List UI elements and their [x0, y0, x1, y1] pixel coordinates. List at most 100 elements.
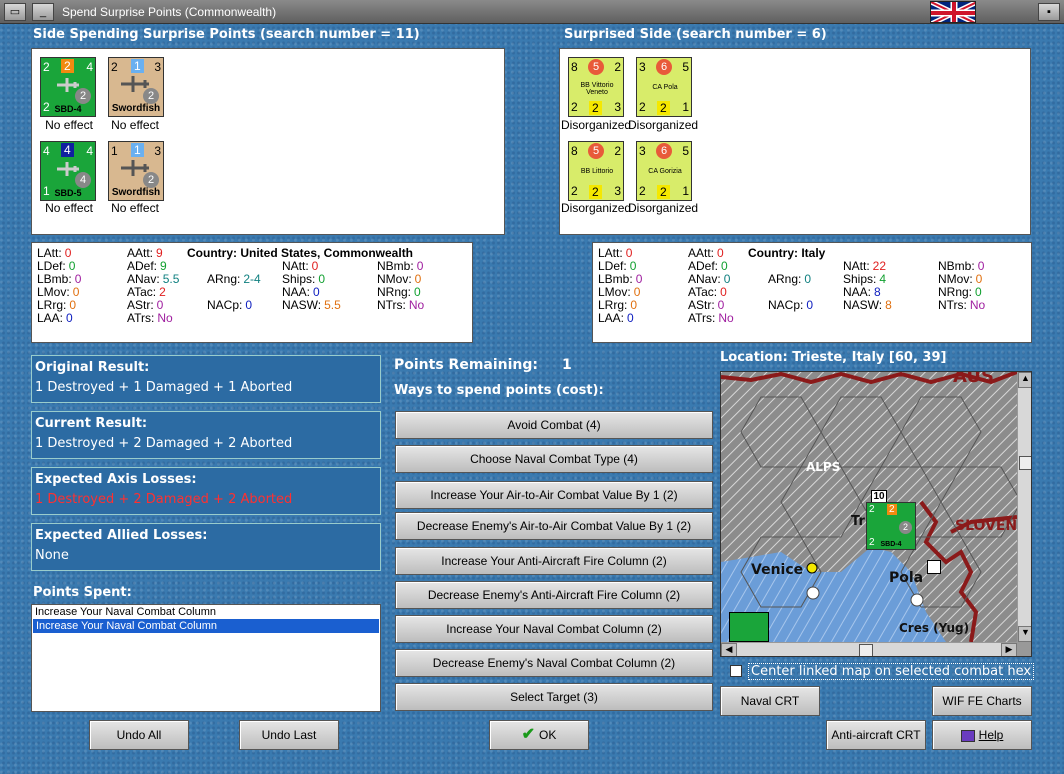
stat-nmov: NMov: 0 — [938, 272, 983, 286]
decrease-enemy-naval-combat-button[interactable]: Decrease Enemy's Naval Combat Column (2) — [395, 649, 713, 677]
stat-nasw: NASW: 5.5 — [282, 298, 341, 312]
stat-nacp: NACp: 0 — [207, 298, 253, 312]
stat-arng: ARng: 0 — [768, 272, 812, 286]
stat-naa: NAA: 8 — [843, 285, 881, 299]
unit-name: Swordfish — [111, 103, 161, 114]
list-item[interactable]: Increase Your Naval Combat Column — [32, 605, 380, 619]
ways-to-spend-label: Ways to spend points (cost): — [394, 383, 604, 398]
map-unit-counter[interactable]: 2 2 2 2 SBD-4 — [866, 502, 916, 550]
unit-counter-ca-gorizia[interactable]: 3 6 5 CA Gorizia 2 2 1 — [636, 141, 692, 201]
unit-status-label: Disorganized — [561, 118, 632, 132]
stat-natt: NAtt: 0 — [282, 259, 319, 273]
stat-lbmb: LBmb: 0 — [37, 272, 82, 286]
unit-name: CA Gorizia — [648, 168, 682, 175]
uk-flag-icon — [930, 1, 976, 23]
unit-status-label: Disorganized — [561, 201, 632, 215]
choose-naval-combat-type-button[interactable]: Choose Naval Combat Type (4) — [395, 445, 713, 473]
attacker-units-panel: 2 2 4 2 2 SBD-4 No effect 2 1 3 2 Swordf… — [31, 48, 505, 235]
increase-air-to-air-button[interactable]: Increase Your Air-to-Air Combat Value By… — [395, 481, 713, 509]
stat-ntrs: NTrs: No — [377, 298, 425, 312]
unit-counter-swordfish[interactable]: 1 1 3 2 Swordfish — [108, 141, 164, 201]
unit-name: CA Pola — [652, 84, 678, 91]
scroll-left-button[interactable]: ◀ — [721, 643, 737, 656]
stat-ntrs: NTrs: No — [938, 298, 986, 312]
decrease-enemy-aa-fire-button[interactable]: Decrease Enemy's Anti-Aircraft Fire Colu… — [395, 581, 713, 609]
points-remaining-label: Points Remaining: — [394, 357, 539, 373]
anti-aircraft-crt-button[interactable]: Anti-aircraft CRT — [826, 720, 926, 750]
port-icon — [927, 560, 941, 574]
points-spent-list[interactable]: Increase Your Naval Combat Column Increa… — [31, 604, 381, 712]
unit-name: BB Littorio — [580, 168, 614, 175]
undo-all-button[interactable]: Undo All — [89, 720, 189, 750]
unit-counter-sbd4[interactable]: 2 2 4 2 2 SBD-4 — [40, 57, 96, 117]
map-label-trieste: Tr — [851, 514, 865, 529]
attacker-stats-panel: LAtt: 0 LDef: 0 LBmb: 0 LMov: 0 LRrg: 0 LAA: 0 AAtt:… — [31, 242, 473, 343]
stat-lrrg: LRrg: 0 — [37, 298, 77, 312]
map-label-austria: AUS — [953, 371, 994, 387]
unit-name: BB Vittorio Veneto — [580, 82, 614, 96]
expected-axis-losses-box: Expected Axis Losses: 1 Destroyed + 2 Dam… — [31, 467, 381, 515]
unit-status-label: No effect — [111, 201, 159, 215]
avoid-combat-button[interactable]: Avoid Combat (4) — [395, 411, 713, 439]
help-button[interactable]: Help — [932, 720, 1032, 750]
aircraft-icon — [121, 76, 149, 92]
unit-counter-sbd5[interactable]: 4 4 4 4 1 SBD-5 — [40, 141, 96, 201]
stat-atrs: ATrs: No — [127, 311, 173, 325]
checkmark-icon: ✔ — [521, 726, 536, 743]
stat-aatt: AAtt: 9 — [127, 246, 163, 260]
unit-counter-swordfish[interactable]: 2 1 3 2 Swordfish — [108, 57, 164, 117]
defender-units-panel: 8 5 2 BB Vittorio Veneto 2 2 3 Disorgani… — [559, 48, 1031, 235]
unit-status-label: Disorganized — [628, 201, 699, 215]
unit-counter-ca-pola[interactable]: 3 6 5 CA Pola 2 2 1 — [636, 57, 692, 117]
map-horizontal-scrollbar[interactable]: ◀ ▶ — [721, 642, 1017, 656]
undo-last-button[interactable]: Undo Last — [239, 720, 339, 750]
unit-counter-bb-vittorio-veneto[interactable]: 8 5 2 BB Vittorio Veneto 2 2 3 — [568, 57, 624, 117]
system-menu-button[interactable]: ▭ — [4, 3, 26, 21]
center-map-label: Center linked map on selected combat hex — [748, 663, 1035, 680]
vertical-scroll-thumb[interactable] — [1019, 456, 1031, 470]
stat-lmov: LMov: 0 — [37, 285, 80, 299]
stat-ships: Ships: 0 — [282, 272, 326, 286]
horizontal-scroll-thumb[interactable] — [859, 644, 873, 656]
close-button[interactable]: ▪ — [1038, 3, 1060, 21]
scroll-right-button[interactable]: ▶ — [1001, 643, 1017, 656]
list-item-selected[interactable]: Increase Your Naval Combat Column — [33, 619, 379, 633]
stat-laa: LAA: 0 — [598, 311, 634, 325]
unit-name: SBD-5 — [54, 188, 82, 198]
map-vertical-scrollbar[interactable]: ▲ ▼ — [1017, 372, 1031, 642]
stat-ldef: LDef: 0 — [598, 259, 637, 273]
stat-nrng: NRng: 0 — [377, 285, 421, 299]
increase-aa-fire-button[interactable]: Increase Your Anti-Aircraft Fire Column … — [395, 547, 713, 575]
stat-nacp: NACp: 0 — [768, 298, 814, 312]
map-army-counter[interactable] — [729, 612, 769, 642]
help-book-icon — [960, 729, 975, 742]
stat-aatt: AAtt: 0 — [688, 246, 724, 260]
country-label: Country: Italy — [748, 246, 826, 260]
stat-laa: LAA: 0 — [37, 311, 73, 325]
wif-fe-charts-button[interactable]: WIF FE Charts — [932, 686, 1032, 716]
map-label-venice: Venice — [751, 562, 804, 578]
linked-map[interactable]: ALPS Venice Pola Cres (Yug) SLOVEN AUS T… — [720, 371, 1032, 657]
stat-nasw: NASW: 8 — [843, 298, 892, 312]
stat-atrs: ATrs: No — [688, 311, 734, 325]
aircraft-icon — [57, 78, 79, 92]
map-label-slovenia: SLOVEN — [955, 518, 1018, 534]
minimize-button[interactable]: _ — [32, 3, 54, 21]
defender-stats-panel: LAtt: 0 LDef: 0 LBmb: 0 LMov: 0 LRrg: 0 LAA: 0 AAtt:… — [592, 242, 1032, 343]
stat-anav: ANav: 5.5 — [127, 272, 180, 286]
scroll-up-button[interactable]: ▲ — [1018, 372, 1031, 388]
center-map-checkbox[interactable] — [730, 665, 742, 677]
country-label: Country: United States, Commonwealth — [187, 246, 414, 260]
increase-naval-combat-button[interactable]: Increase Your Naval Combat Column (2) — [395, 615, 713, 643]
stat-ships: Ships: 4 — [843, 272, 887, 286]
decrease-enemy-air-to-air-button[interactable]: Decrease Enemy's Air-to-Air Combat Value… — [395, 512, 713, 540]
naval-crt-button[interactable]: Naval CRT — [720, 686, 820, 716]
stat-nmov: NMov: 0 — [377, 272, 422, 286]
unit-status-label: No effect — [111, 118, 159, 132]
select-target-button[interactable]: Select Target (3) — [395, 683, 713, 711]
stat-nrng: NRng: 0 — [938, 285, 982, 299]
unit-counter-bb-littorio[interactable]: 8 5 2 BB Littorio 2 2 3 — [568, 141, 624, 201]
ok-button[interactable]: ✔ OK — [489, 720, 589, 750]
original-result-box: Original Result: 1 Destroyed + 1 Damaged … — [31, 355, 381, 403]
scroll-down-button[interactable]: ▼ — [1018, 626, 1031, 642]
